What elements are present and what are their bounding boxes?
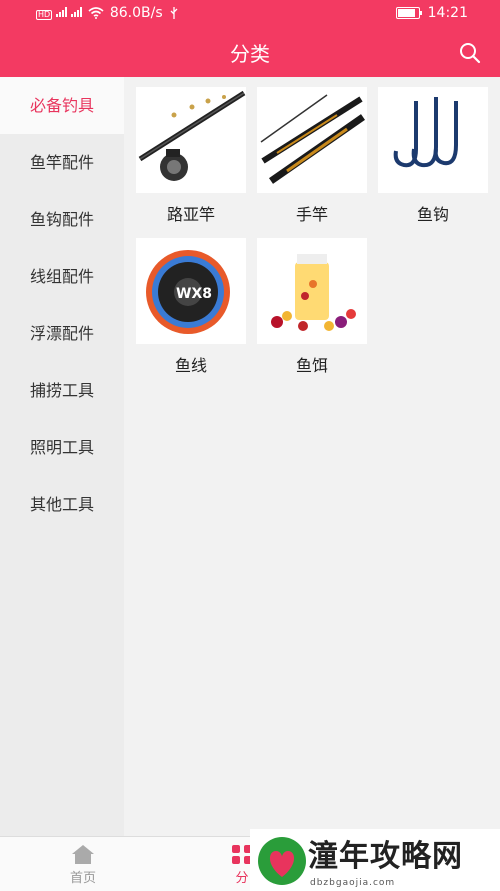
tab-home[interactable]: 首页 — [53, 843, 113, 886]
bait-image — [257, 238, 367, 344]
page-title: 分类 — [230, 42, 270, 66]
usb-icon — [170, 7, 178, 19]
fishing-line-image: WX8 — [136, 238, 246, 344]
sidebar-item-essential-gear[interactable]: 必备钓具 — [0, 77, 124, 134]
sidebar-item-lighting-tools[interactable]: 照明工具 — [0, 419, 124, 476]
category-tile-bait[interactable]: 鱼饵 — [257, 238, 367, 376]
sidebar-item-catching-tools[interactable]: 捕捞工具 — [0, 362, 124, 419]
category-label: 手竿 — [295, 205, 328, 224]
category-label: 鱼钩 — [416, 205, 449, 224]
signal-icon — [70, 7, 82, 17]
signal-icon — [56, 7, 68, 17]
category-tile-lure-rod[interactable]: 路亚竿 — [136, 87, 246, 225]
watermark: 潼年攻略网 dbzbgaojia.com — [250, 829, 500, 891]
sidebar-item-rod-accessories[interactable]: 鱼竿配件 — [0, 134, 124, 191]
signal-group: HD — [36, 6, 82, 20]
category-tile-hook[interactable]: 鱼钩 — [378, 87, 488, 225]
sidebar-item-float-accessories[interactable]: 浮漂配件 — [0, 305, 124, 362]
watermark-text: 潼年攻略网 — [308, 839, 463, 874]
status-bar: HD 86.0B/s 14:21 — [0, 0, 500, 28]
hd-icon: HD — [36, 10, 53, 20]
network-speed: 86.0B/s — [109, 5, 163, 21]
top-bar: HD 86.0B/s 14:21 分类 — [0, 0, 500, 77]
category-tile-fishing-line[interactable]: WX8 鱼线 — [136, 238, 246, 376]
sidebar-item-hook-accessories[interactable]: 鱼钩配件 — [0, 191, 124, 248]
wifi-icon — [88, 7, 104, 19]
battery-icon — [395, 7, 422, 19]
category-grid: 路亚竿 手竿 鱼钩 WX8 鱼线 鱼饵 — [124, 77, 500, 837]
svg-text:WX8: WX8 — [176, 286, 212, 302]
watermark-url: dbzbgaojia.com — [310, 878, 396, 888]
search-icon[interactable] — [458, 41, 482, 65]
sidebar-item-other-tools[interactable]: 其他工具 — [0, 476, 124, 533]
sidebar-item-line-accessories[interactable]: 线组配件 — [0, 248, 124, 305]
tab-label: 首页 — [69, 871, 96, 886]
watermark-logo-icon — [258, 837, 306, 885]
category-label: 鱼线 — [174, 356, 207, 375]
category-sidebar: 必备钓具 鱼竿配件 鱼钩配件 线组配件 浮漂配件 捕捞工具 照明工具 其他工具 — [0, 77, 124, 837]
category-label: 鱼饵 — [295, 356, 328, 375]
hand-rod-image — [257, 87, 367, 193]
home-icon — [72, 845, 94, 864]
clock: 14:21 — [427, 5, 468, 21]
category-label: 路亚竿 — [166, 205, 215, 224]
hook-image — [378, 87, 488, 193]
tab-label: 分 — [235, 871, 249, 886]
lure-rod-image — [136, 87, 246, 193]
category-tile-hand-rod[interactable]: 手竿 — [257, 87, 367, 225]
